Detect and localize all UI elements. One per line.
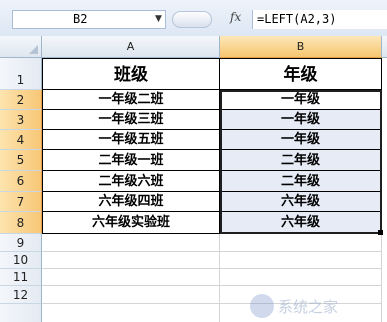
row-header-13[interactable] xyxy=(0,304,42,322)
fill-handle[interactable] xyxy=(378,230,383,235)
empty-cell[interactable] xyxy=(42,252,220,269)
cell-b4[interactable]: 一年级 xyxy=(220,130,382,150)
row-header-9[interactable]: 9 xyxy=(0,234,42,252)
watermark-text: 系统之家 xyxy=(278,298,339,316)
name-box[interactable]: B2 xyxy=(12,10,166,29)
empty-cell[interactable] xyxy=(42,269,220,286)
empty-cell[interactable] xyxy=(42,286,220,304)
watermark-circle-icon xyxy=(250,294,274,318)
row-header-11[interactable]: 11 xyxy=(0,269,42,286)
cell-b2[interactable]: 一年级 xyxy=(220,90,382,110)
row-header-4[interactable]: 4 xyxy=(0,130,42,150)
cell-b5[interactable]: 二年级 xyxy=(220,150,382,171)
column-header-b[interactable]: B xyxy=(220,36,382,58)
row-header-7[interactable]: 7 xyxy=(0,192,42,212)
empty-cell[interactable] xyxy=(42,234,220,252)
name-box-dropdown-icon[interactable]: ▼ xyxy=(155,14,162,24)
cell-b1[interactable]: 年级 xyxy=(220,58,382,90)
formula-input[interactable]: =LEFT(A2,3) xyxy=(252,10,387,29)
column-header-a[interactable]: A xyxy=(42,36,220,58)
select-all-corner[interactable] xyxy=(0,36,42,58)
row-header-1[interactable]: 1 xyxy=(0,58,42,90)
row-header-10[interactable]: 10 xyxy=(0,252,42,269)
empty-cell[interactable] xyxy=(42,304,220,322)
cell-a8[interactable]: 六年级实验班 xyxy=(42,212,220,234)
row-header-6[interactable]: 6 xyxy=(0,171,42,192)
row-header-2[interactable]: 2 xyxy=(0,90,42,110)
row-header-5[interactable]: 5 xyxy=(0,150,42,171)
cell-b7[interactable]: 六年级 xyxy=(220,192,382,212)
formula-bar-grip[interactable] xyxy=(172,11,212,28)
row-header-8[interactable]: 8 xyxy=(0,212,42,234)
cell-a1[interactable]: 班级 xyxy=(42,58,220,90)
site-watermark-logo: 系统之家 xyxy=(248,294,384,318)
cell-b3[interactable]: 一年级 xyxy=(220,110,382,130)
empty-cell[interactable] xyxy=(220,234,382,252)
column-header-c[interactable] xyxy=(382,36,387,58)
cell-a6[interactable]: 二年级六班 xyxy=(42,171,220,192)
cell-a7[interactable]: 六年级四班 xyxy=(42,192,220,212)
empty-cell[interactable] xyxy=(220,269,382,286)
cell-b6[interactable]: 二年级 xyxy=(220,171,382,192)
cell-a4[interactable]: 一年级五班 xyxy=(42,130,220,150)
insert-function-icon[interactable]: fx xyxy=(230,10,241,24)
select-all-triangle-icon xyxy=(29,45,38,54)
cell-a3[interactable]: 一年级三班 xyxy=(42,110,220,130)
formula-controls: fx xyxy=(168,8,248,30)
cell-a5[interactable]: 二年级一班 xyxy=(42,150,220,171)
row-header-12[interactable]: 12 xyxy=(0,286,42,304)
empty-cell[interactable] xyxy=(220,252,382,269)
row-header-3[interactable]: 3 xyxy=(0,110,42,130)
cell-b8[interactable]: 六年级 xyxy=(220,212,382,234)
formula-bar: B2 ▼ fx =LEFT(A2,3) xyxy=(0,0,387,36)
cell-a2[interactable]: 一年级二班 xyxy=(42,90,220,110)
